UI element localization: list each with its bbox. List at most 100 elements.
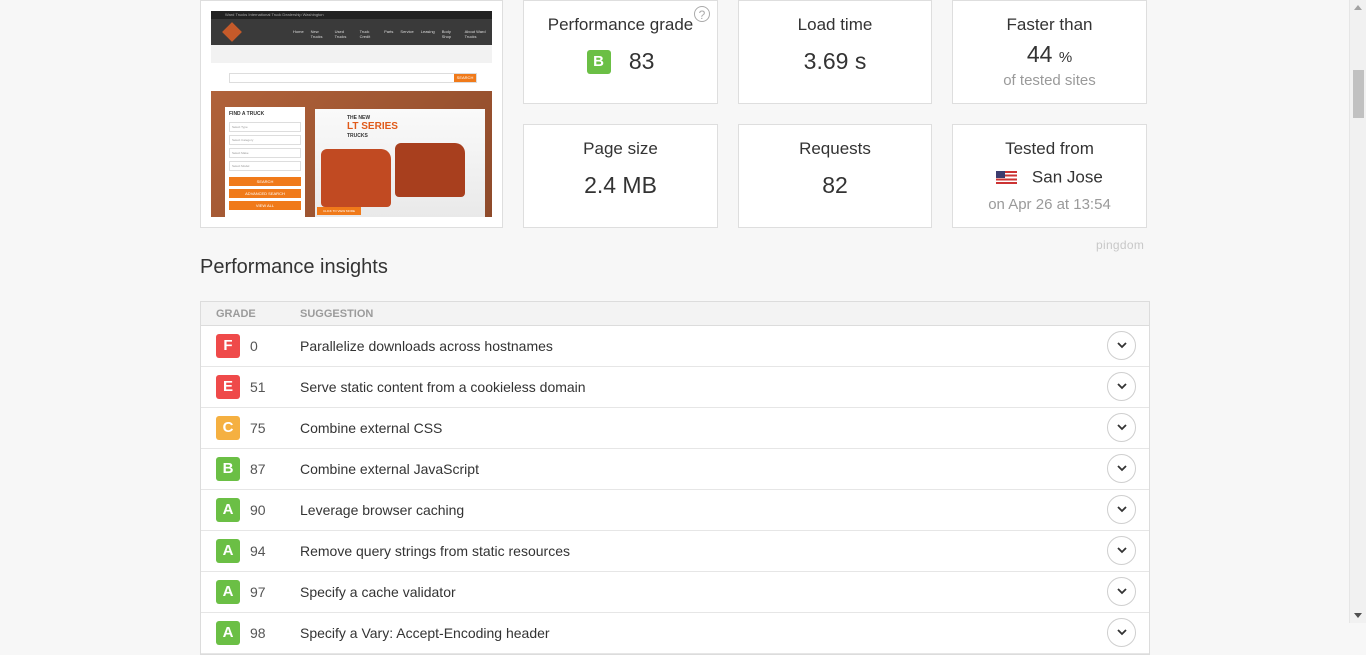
- page-scrollbar[interactable]: [1349, 0, 1366, 623]
- percent-unit: %: [1058, 49, 1073, 66]
- thumb-logo: [222, 22, 242, 42]
- insight-suggestion: Specify a Vary: Accept-Encoding header: [300, 625, 550, 641]
- thumb-contact-strip: [211, 45, 492, 63]
- thumb-button: SEARCH: [229, 177, 301, 186]
- tested-from-sub: on Apr 26 at 13:54: [988, 195, 1111, 213]
- insight-suggestion: Serve static content from a cookieless d…: [300, 379, 586, 395]
- insight-score: 94: [250, 543, 266, 559]
- load-time-label: Load time: [797, 15, 873, 34]
- chevron-down-icon: [1116, 506, 1127, 513]
- expand-button[interactable]: [1107, 372, 1136, 401]
- page-size-label: Page size: [583, 139, 658, 158]
- thumb-select: Select Type: [229, 122, 301, 132]
- grade-badge: A: [216, 580, 240, 604]
- thumb-search-bar: SEARCH: [229, 73, 477, 83]
- faster-than-value: 44 %: [1026, 41, 1073, 67]
- performance-score: 83: [628, 48, 655, 75]
- insight-score: 97: [250, 584, 266, 600]
- thumb-hero-image: THE NEW LT SERIES TRUCKS CLICK TO VIEW M…: [315, 109, 485, 217]
- thumb-truck-2: [395, 143, 465, 197]
- chevron-down-icon: [1116, 465, 1127, 472]
- thumb-find-panel: FIND A TRUCK Select Type Select Category…: [225, 107, 305, 217]
- insight-row[interactable]: F 0 Parallelize downloads across hostnames: [201, 326, 1149, 367]
- insight-row[interactable]: E 51 Serve static content from a cookieles…: [201, 367, 1149, 408]
- requests-value: 82: [822, 172, 848, 198]
- insight-row[interactable]: A 97 Specify a cache validator: [201, 572, 1149, 613]
- insight-suggestion: Specify a cache validator: [300, 584, 456, 600]
- faster-than-card: Faster than 44 % of tested sites: [952, 0, 1147, 104]
- expand-button[interactable]: [1107, 536, 1136, 565]
- grade-column-header: GRADE: [216, 308, 256, 320]
- requests-label: Requests: [799, 139, 871, 158]
- thumb-button: ADVANCED SEARCH: [229, 189, 301, 198]
- insight-suggestion: Parallelize downloads across hostnames: [300, 338, 553, 354]
- grade-badge: B: [586, 49, 611, 74]
- site-screenshot-card: Ward Trucks International Truck Dealersh…: [200, 0, 503, 228]
- grade-badge: A: [216, 498, 240, 522]
- insight-suggestion: Leverage browser caching: [300, 502, 465, 518]
- requests-card: Requests 82: [738, 124, 932, 228]
- insight-row[interactable]: C 75 Combine external CSS: [201, 408, 1149, 449]
- grade-badge: A: [216, 539, 240, 563]
- expand-button[interactable]: [1107, 577, 1136, 606]
- performance-insights-title: Performance insights: [200, 256, 388, 278]
- thumb-topbar: Ward Trucks International Truck Dealersh…: [211, 11, 492, 19]
- us-flag-icon: [996, 171, 1018, 185]
- chevron-down-icon: [1116, 588, 1127, 595]
- thumb-select: Select Make: [229, 148, 301, 158]
- performance-grade-value: B 83: [524, 47, 717, 75]
- performance-grade-label: Performance grade: [547, 15, 694, 34]
- insight-suggestion: Combine external JavaScript: [300, 461, 479, 477]
- expand-button[interactable]: [1107, 495, 1136, 524]
- thumb-select: Select Model: [229, 161, 301, 171]
- chevron-down-icon: [1116, 342, 1127, 349]
- load-time-card: Load time 3.69 s: [738, 0, 932, 104]
- insights-table-header: GRADE SUGGESTION: [201, 302, 1149, 326]
- insight-row[interactable]: A 94 Remove query strings from static reso…: [201, 531, 1149, 572]
- suggestion-column-header: SUGGESTION: [300, 308, 374, 320]
- expand-button[interactable]: [1107, 413, 1136, 442]
- tested-from-location: San Jose: [953, 167, 1146, 188]
- insight-row[interactable]: B 87 Combine external JavaScript: [201, 449, 1149, 490]
- tested-from-card: Tested from San Jose on Apr 26 at 13:54: [952, 124, 1147, 228]
- expand-button[interactable]: [1107, 454, 1136, 483]
- grade-badge: B: [216, 457, 240, 481]
- grade-badge: C: [216, 416, 240, 440]
- insight-suggestion: Remove query strings from static resourc…: [300, 543, 570, 559]
- thumb-hero: FIND A TRUCK Select Type Select Category…: [211, 91, 492, 217]
- scroll-up-arrow-icon[interactable]: [1354, 5, 1362, 10]
- faster-than-label: Faster than: [1006, 15, 1093, 34]
- pingdom-logo: pingdom: [1096, 238, 1145, 252]
- chevron-down-icon: [1116, 424, 1127, 431]
- thumb-nav: Home New Trucks Used Trucks Truck Credit Pa…: [293, 29, 486, 39]
- insight-row[interactable]: A 90 Leverage browser caching: [201, 490, 1149, 531]
- help-icon[interactable]: ?: [694, 6, 710, 22]
- scroll-down-arrow-icon[interactable]: [1354, 613, 1362, 618]
- performance-grade-card: Performance grade ? B 83: [523, 0, 718, 104]
- insight-score: 90: [250, 502, 266, 518]
- faster-than-sub: of tested sites: [1003, 72, 1096, 89]
- insight-row[interactable]: A 98 Specify a Vary: Accept-Encoding heade…: [201, 613, 1149, 654]
- site-screenshot: Ward Trucks International Truck Dealersh…: [211, 11, 492, 217]
- load-time-value: 3.69 s: [803, 48, 867, 74]
- insight-score: 98: [250, 625, 266, 641]
- grade-badge: A: [216, 621, 240, 645]
- insights-table: GRADE SUGGESTION F 0 Parallelize downloads…: [200, 301, 1150, 655]
- thumb-cta: CLICK TO VIEW MORE: [317, 207, 361, 215]
- insight-score: 0: [250, 338, 258, 354]
- thumb-button: VIEW ALL: [229, 201, 301, 210]
- chevron-down-icon: [1116, 383, 1127, 390]
- page-size-value: 2.4 MB: [584, 172, 657, 198]
- expand-button[interactable]: [1107, 331, 1136, 360]
- thumb-header: Home New Trucks Used Trucks Truck Credit Pa…: [211, 19, 492, 45]
- grade-badge: F: [216, 334, 240, 358]
- tested-from-label: Tested from: [1005, 139, 1094, 158]
- insight-suggestion: Combine external CSS: [300, 420, 443, 436]
- scrollbar-thumb[interactable]: [1353, 70, 1364, 118]
- page-size-card: Page size 2.4 MB: [523, 124, 718, 228]
- chevron-down-icon: [1116, 547, 1127, 554]
- thumb-search-button: SEARCH: [454, 74, 476, 82]
- expand-button[interactable]: [1107, 618, 1136, 647]
- thumb-select: Select Category: [229, 135, 301, 145]
- insight-score: 75: [250, 420, 266, 436]
